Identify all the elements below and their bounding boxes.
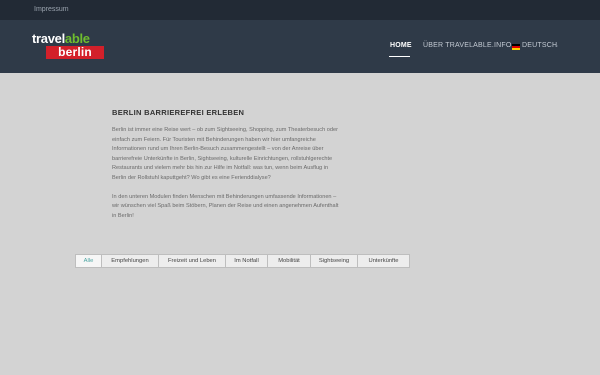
filter-tab-sightseeing[interactable]: Sightseeing	[311, 255, 358, 267]
intro-paragraph-2: In den unteren Modulen finden Menschen m…	[112, 193, 339, 219]
nav-home[interactable]: HOME	[390, 42, 412, 49]
germany-flag-icon	[512, 44, 520, 50]
filter-tab-freizeit-und-leben[interactable]: Freizeit und Leben	[159, 255, 226, 267]
nav-active-underline	[389, 56, 410, 57]
logo-text-able: able	[64, 31, 90, 46]
page-title: BERLIN BARRIEREFREI ERLEBEN	[112, 108, 245, 117]
chevron-down-icon[interactable]: ⌄	[554, 42, 559, 49]
filter-tab-im-notfall[interactable]: Im Notfall	[226, 255, 268, 267]
intro-section: BERLIN BARRIEREFREI ERLEBEN Berlin ist i…	[112, 108, 342, 221]
filter-tab-mobilitaet[interactable]: Mobilität	[268, 255, 311, 267]
filter-tab-unterkuenfte[interactable]: Unterkünfte	[358, 255, 409, 267]
top-bar: Impressum	[0, 0, 600, 20]
nav-about[interactable]: ÜBER TRAVELABLE.INFO	[423, 42, 512, 49]
category-filter-tabs: Alle Empfehlungen Freizeit und Leben Im …	[75, 254, 410, 268]
filter-tab-alle[interactable]: Alle	[76, 255, 102, 267]
logo-text-travel: travel	[32, 31, 65, 46]
logo-wordmark-top: travelable	[32, 32, 90, 46]
site-logo[interactable]: travelable berlin	[32, 32, 104, 60]
intro-paragraph-1: Berlin ist immer eine Reise wert – ob zu…	[112, 127, 338, 181]
filter-tab-empfehlungen[interactable]: Empfehlungen	[102, 255, 159, 267]
logo-text-berlin: berlin	[46, 46, 104, 59]
impressum-link[interactable]: Impressum	[34, 6, 69, 13]
nav-language-deutsch[interactable]: DEUTSCH	[522, 42, 557, 49]
